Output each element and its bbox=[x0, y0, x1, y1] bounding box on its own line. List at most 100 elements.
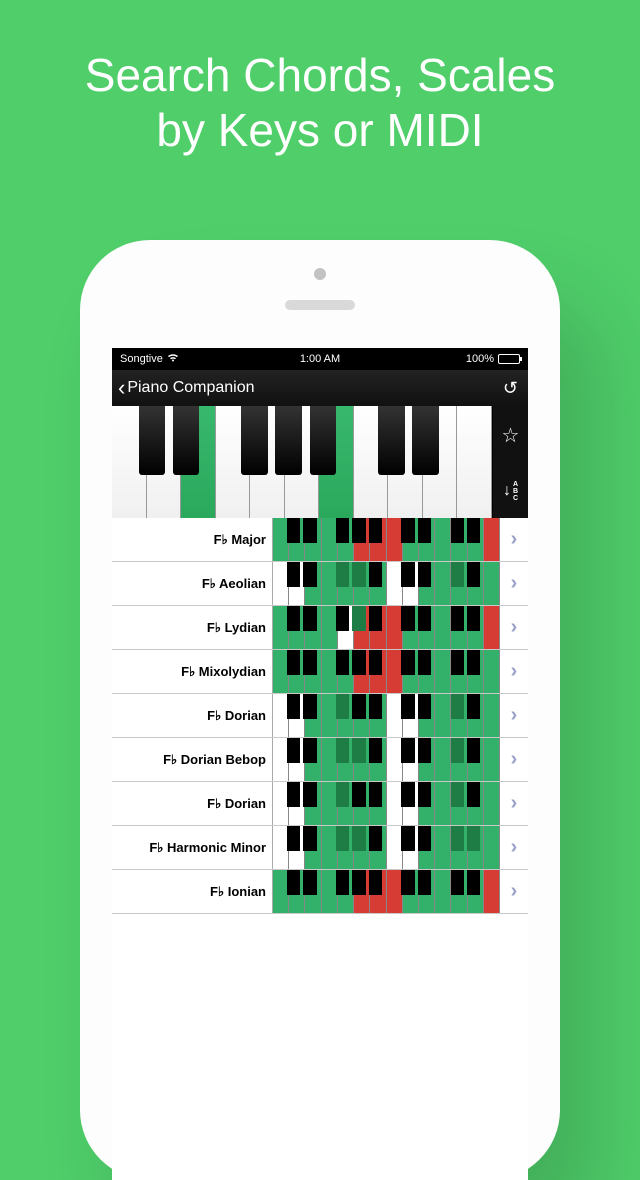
black-key[interactable] bbox=[310, 406, 337, 475]
scale-mini-keyboard bbox=[272, 518, 500, 561]
chevron-left-icon: ‹ bbox=[118, 377, 125, 399]
scale-mini-keyboard bbox=[272, 870, 500, 913]
mini-black-key bbox=[336, 518, 350, 543]
list-item[interactable]: F♭ Dorian› bbox=[112, 694, 528, 738]
refresh-button[interactable]: ↺ bbox=[503, 378, 518, 399]
list-item[interactable]: F♭ Dorian Bebop› bbox=[112, 738, 528, 782]
mini-black-key bbox=[401, 738, 415, 763]
mini-black-key bbox=[352, 562, 366, 587]
mini-white-key bbox=[435, 870, 451, 913]
nav-bar: ‹ Piano Companion ↺ bbox=[112, 370, 528, 406]
black-key[interactable] bbox=[378, 406, 405, 475]
mini-black-key bbox=[418, 650, 432, 675]
mini-white-key bbox=[484, 826, 500, 869]
list-item[interactable]: F♭ Mixolydian › bbox=[112, 650, 528, 694]
mini-black-key bbox=[352, 650, 366, 675]
mini-black-key bbox=[336, 606, 350, 631]
mini-black-key bbox=[352, 518, 366, 543]
mini-black-key bbox=[467, 826, 481, 851]
sort-button[interactable]: ↓ A B C bbox=[503, 481, 518, 502]
mini-black-key bbox=[336, 562, 350, 587]
mini-white-key bbox=[435, 694, 451, 737]
scale-mini-keyboard bbox=[272, 606, 500, 649]
list-item[interactable]: F♭ Harmonic Minor› bbox=[112, 826, 528, 870]
black-key[interactable] bbox=[412, 406, 439, 475]
black-key[interactable] bbox=[139, 406, 166, 475]
mini-black-key bbox=[369, 870, 383, 895]
promo-headline: Search Chords, Scales by Keys or MIDI bbox=[0, 0, 640, 158]
mini-black-key bbox=[418, 518, 432, 543]
mini-black-key bbox=[401, 606, 415, 631]
chevron-right-icon: › bbox=[500, 650, 528, 693]
scale-label: F♭ Mixolydian bbox=[112, 650, 272, 693]
mini-black-key bbox=[336, 782, 350, 807]
mini-black-key bbox=[418, 606, 432, 631]
back-button[interactable]: ‹ Piano Companion bbox=[118, 377, 255, 399]
mini-white-key bbox=[484, 650, 500, 693]
mini-black-key bbox=[352, 606, 366, 631]
mini-black-key bbox=[287, 694, 301, 719]
mini-black-key bbox=[451, 518, 465, 543]
mini-black-key bbox=[467, 562, 481, 587]
battery-icon bbox=[498, 354, 520, 364]
mini-black-key bbox=[303, 738, 317, 763]
black-key[interactable] bbox=[173, 406, 200, 475]
promo-line1: Search Chords, Scales bbox=[0, 48, 640, 103]
chevron-right-icon: › bbox=[500, 606, 528, 649]
mini-black-key bbox=[336, 694, 350, 719]
mini-black-key bbox=[287, 738, 301, 763]
mini-black-key bbox=[287, 562, 301, 587]
list-item[interactable]: F♭ Major › bbox=[112, 518, 528, 562]
mini-black-key bbox=[401, 826, 415, 851]
phone-camera bbox=[314, 268, 326, 280]
mini-white-key bbox=[435, 738, 451, 781]
sort-abc-icon: A B C bbox=[513, 481, 518, 502]
mini-black-key bbox=[451, 782, 465, 807]
mini-black-key bbox=[451, 826, 465, 851]
mini-black-key bbox=[401, 562, 415, 587]
piano-keyboard[interactable] bbox=[112, 406, 492, 518]
chevron-right-icon: › bbox=[500, 518, 528, 561]
mini-white-key bbox=[435, 606, 451, 649]
mini-black-key bbox=[352, 782, 366, 807]
mini-black-key bbox=[303, 562, 317, 587]
mini-black-key bbox=[467, 870, 481, 895]
scale-label: F♭ Lydian bbox=[112, 606, 272, 649]
scale-label: F♭ Aeolian bbox=[112, 562, 272, 605]
mini-black-key bbox=[336, 650, 350, 675]
list-item[interactable]: F♭ Dorian› bbox=[112, 782, 528, 826]
promo-line2: by Keys or MIDI bbox=[0, 103, 640, 158]
mini-black-key bbox=[401, 518, 415, 543]
list-item[interactable]: F♭ Aeolian › bbox=[112, 562, 528, 606]
scale-mini-keyboard bbox=[272, 562, 500, 605]
mini-black-key bbox=[287, 518, 301, 543]
mini-white-key bbox=[435, 562, 451, 605]
back-label: Piano Companion bbox=[127, 379, 254, 397]
mini-black-key bbox=[303, 518, 317, 543]
keyboard-side-tools: ☆ ↓ A B C bbox=[492, 406, 528, 518]
scale-label: F♭ Dorian bbox=[112, 694, 272, 737]
black-key[interactable] bbox=[241, 406, 268, 475]
list-item[interactable]: F♭ Lydian › bbox=[112, 606, 528, 650]
mini-white-key bbox=[435, 782, 451, 825]
chevron-right-icon: › bbox=[500, 562, 528, 605]
mini-black-key bbox=[451, 562, 465, 587]
black-key[interactable] bbox=[275, 406, 302, 475]
mini-black-key bbox=[401, 782, 415, 807]
mini-black-key bbox=[401, 870, 415, 895]
chevron-right-icon: › bbox=[500, 870, 528, 913]
favorite-button[interactable]: ☆ bbox=[502, 423, 520, 448]
mini-black-key bbox=[303, 606, 317, 631]
mini-black-key bbox=[287, 782, 301, 807]
scale-mini-keyboard bbox=[272, 650, 500, 693]
scale-label: F♭ Major bbox=[112, 518, 272, 561]
mini-black-key bbox=[287, 870, 301, 895]
mini-black-key bbox=[401, 650, 415, 675]
white-key[interactable] bbox=[457, 406, 492, 518]
mini-white-key bbox=[484, 562, 500, 605]
list-item[interactable]: F♭ Ionian› bbox=[112, 870, 528, 914]
mini-black-key bbox=[369, 562, 383, 587]
mini-black-key bbox=[418, 826, 432, 851]
mini-black-key bbox=[418, 738, 432, 763]
phone-screen: Songtive 1:00 AM 100% ‹ Piano Companion … bbox=[112, 348, 528, 1180]
